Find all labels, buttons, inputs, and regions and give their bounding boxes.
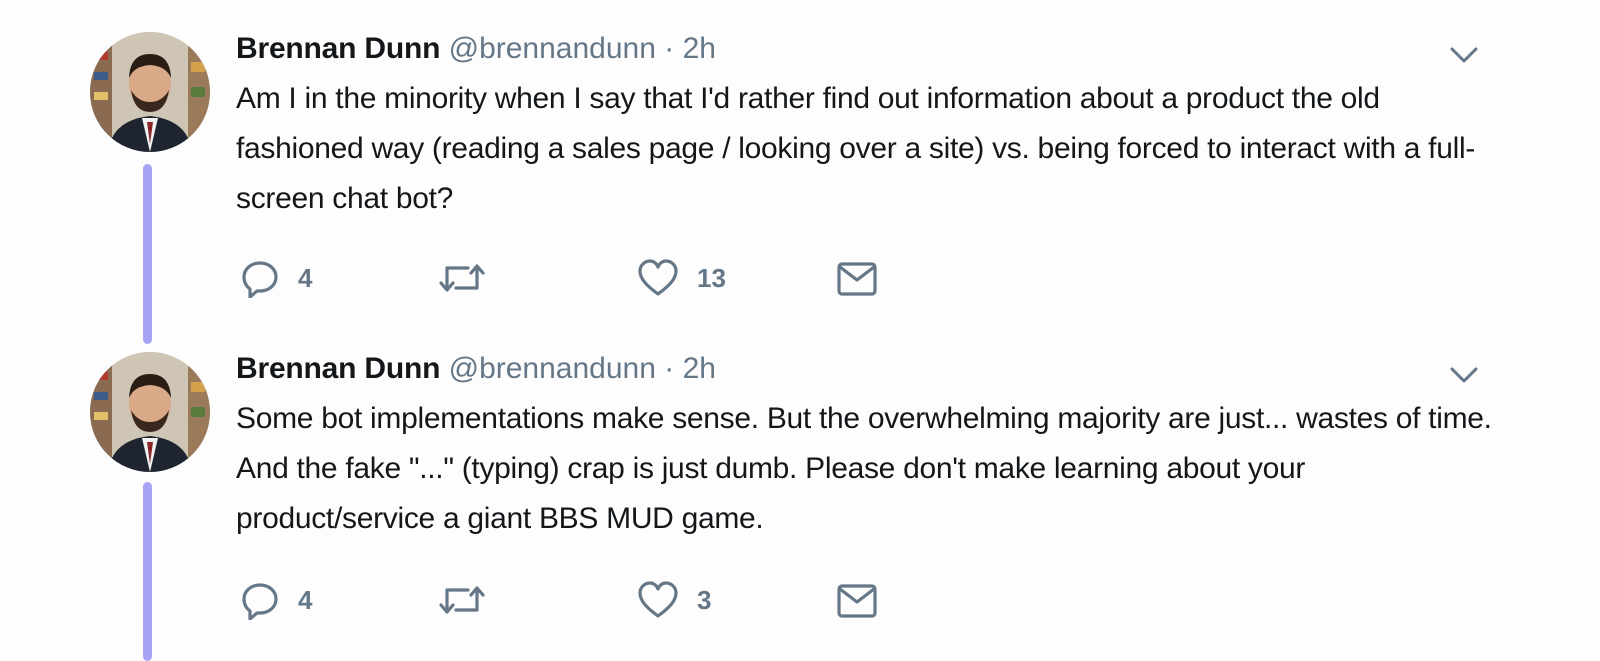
heart-icon (638, 581, 678, 618)
reply-icon (242, 583, 278, 620)
direct-message-button[interactable] (835, 578, 879, 622)
reply-count: 4 (298, 584, 313, 615)
direct-message-button[interactable] (835, 256, 879, 300)
tweet-text: Some bot implementations make sense. But… (236, 402, 1492, 535)
timestamp[interactable]: 2h (683, 352, 716, 385)
heart-icon (638, 259, 678, 296)
tweet-actions: 4 3 (240, 578, 940, 622)
reply-button[interactable]: 4 (240, 256, 312, 300)
author-handle[interactable]: @brennandunn (449, 32, 656, 65)
retweet-button[interactable] (438, 578, 504, 622)
separator: · (664, 352, 675, 385)
author-name[interactable]: Brennan Dunn (236, 352, 440, 385)
tweet-header: Brennan Dunn @brennandunn · 2h (236, 31, 716, 67)
envelope-icon (837, 262, 877, 296)
chevron-down-icon[interactable] (1449, 365, 1479, 385)
avatar[interactable] (90, 352, 210, 472)
chevron-down-icon[interactable] (1449, 45, 1479, 65)
author-name[interactable]: Brennan Dunn (236, 32, 440, 65)
like-button[interactable]: 13 (637, 256, 726, 300)
avatar[interactable] (90, 32, 210, 152)
tweet-actions: 4 13 (240, 256, 940, 300)
reply-button[interactable]: 4 (240, 578, 312, 622)
like-count: 3 (697, 584, 712, 615)
tweet-text: Am I in the minority when I say that I'd… (236, 82, 1476, 215)
tweet[interactable]: Brennan Dunn @brennandunn · 2h Am I in t… (0, 0, 1600, 344)
retweet-button[interactable] (438, 256, 504, 300)
like-count: 13 (697, 262, 726, 293)
author-handle[interactable]: @brennandunn (449, 352, 656, 385)
tweet[interactable]: Brennan Dunn @brennandunn · 2h Some bot … (0, 330, 1600, 661)
tweet-header: Brennan Dunn @brennandunn · 2h (236, 351, 716, 387)
retweet-icon (439, 586, 485, 614)
retweet-icon (439, 264, 485, 292)
reply-icon (242, 261, 278, 298)
separator: · (664, 32, 675, 65)
envelope-icon (837, 584, 877, 618)
reply-count: 4 (298, 262, 313, 293)
like-button[interactable]: 3 (637, 578, 711, 622)
thread-line (143, 164, 152, 344)
timestamp[interactable]: 2h (683, 32, 716, 65)
thread-line (143, 482, 152, 661)
